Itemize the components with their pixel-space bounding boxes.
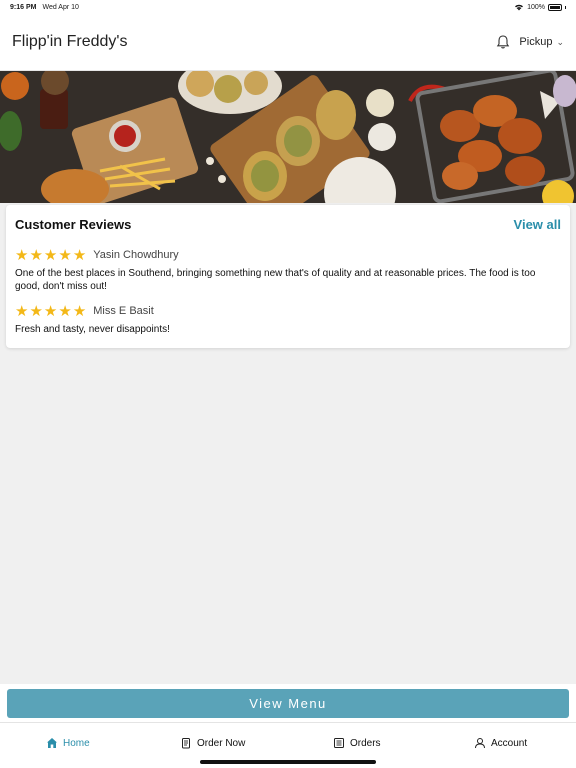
star-rating: ★ ★ ★ ★ ★ (15, 248, 86, 263)
view-all-reviews-link[interactable]: View all (514, 217, 561, 232)
status-bar: 9:16 PM Wed Apr 10 100% (0, 0, 576, 14)
reviewer-name: Miss E Basit (93, 305, 154, 317)
battery-icon (548, 3, 562, 11)
review-item: ★ ★ ★ ★ ★ Yasin Chowdhury One of the best pl… (15, 247, 561, 293)
restaurant-title: Flipp'in Freddy's (12, 33, 128, 50)
wifi-icon (515, 4, 524, 11)
tab-label: Account (491, 737, 528, 749)
star-icon: ★ (29, 302, 43, 320)
review-item: ★ ★ ★ ★ ★ Miss E Basit Fresh and tasty, neve… (15, 303, 561, 336)
star-icon: ★ (29, 246, 43, 264)
review-text: One of the best places in Southend, brin… (15, 268, 536, 292)
star-icon: ★ (58, 302, 72, 320)
hero-banner-image (0, 71, 576, 203)
star-icon: ★ (15, 246, 29, 264)
home-icon (47, 738, 57, 748)
star-icon: ★ (15, 302, 29, 320)
review-text: Fresh and tasty, never disappoints! (15, 324, 170, 335)
order-icon (182, 738, 190, 749)
star-icon: ★ (72, 302, 87, 320)
star-icon: ★ (72, 246, 87, 264)
tab-order-now[interactable]: Order Now (180, 737, 245, 749)
chevron-down-icon: ⌄ (556, 36, 564, 47)
view-menu-button[interactable]: View Menu (7, 689, 569, 718)
star-icon: ★ (58, 246, 72, 264)
status-time: 9:16 PM (10, 3, 37, 11)
home-indicator (200, 760, 376, 764)
tab-home[interactable]: Home (46, 737, 90, 749)
reviewer-name: Yasin Chowdhury (93, 249, 179, 261)
tab-account[interactable]: Account (474, 737, 527, 749)
customer-reviews-card: Customer Reviews View all ★ ★ ★ ★ ★ Yasin Ch… (6, 205, 570, 348)
star-icon: ★ (43, 246, 58, 264)
reviews-title: Customer Reviews (15, 216, 132, 232)
person-icon (475, 738, 485, 749)
status-right: 100% (514, 3, 566, 11)
star-rating: ★ ★ ★ ★ ★ (15, 304, 86, 319)
status-date: Wed Apr 10 (42, 3, 79, 11)
star-icon: ★ (43, 302, 58, 320)
tab-label: Orders (350, 737, 381, 749)
battery-percent: 100% (527, 3, 545, 11)
tab-label: Home (63, 737, 90, 749)
order-mode-label: Pickup (519, 36, 553, 48)
bell-icon[interactable] (495, 34, 511, 50)
app-header: Flipp'in Freddy's Pickup ⌄ (0, 14, 576, 71)
tab-label: Order Now (197, 737, 246, 749)
receipt-icon (334, 738, 344, 748)
order-mode-dropdown[interactable]: Pickup ⌄ (519, 36, 564, 48)
tab-orders[interactable]: Orders (333, 737, 381, 749)
